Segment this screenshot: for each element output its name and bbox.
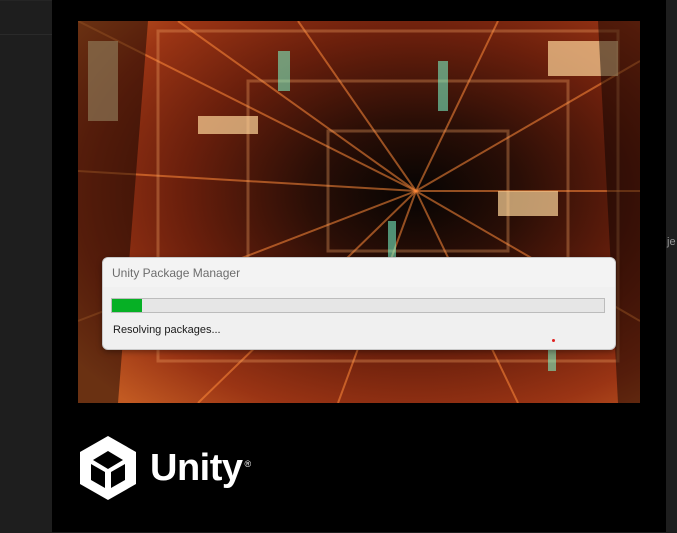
unity-logo: Unity ® <box>78 434 251 502</box>
background-partial-text: je <box>667 236 676 248</box>
dialog-title: Unity Package Manager <box>112 265 241 280</box>
progress-bar <box>111 298 605 313</box>
status-text: Resolving packages... <box>113 324 221 336</box>
progress-fill <box>112 299 142 312</box>
unity-cube-logo-icon <box>80 436 136 500</box>
registered-mark: ® <box>244 459 252 469</box>
dialog-titlebar[interactable]: Unity Package Manager <box>103 258 615 287</box>
unity-splash-screen: Unity Package Manager Resolving packages… <box>52 0 666 532</box>
cursor-dot <box>552 339 555 342</box>
package-manager-dialog: Unity Package Manager Resolving packages… <box>102 257 616 350</box>
background-window-right: je <box>666 0 677 532</box>
background-window-left <box>0 0 52 533</box>
unity-wordmark: Unity <box>150 446 243 489</box>
